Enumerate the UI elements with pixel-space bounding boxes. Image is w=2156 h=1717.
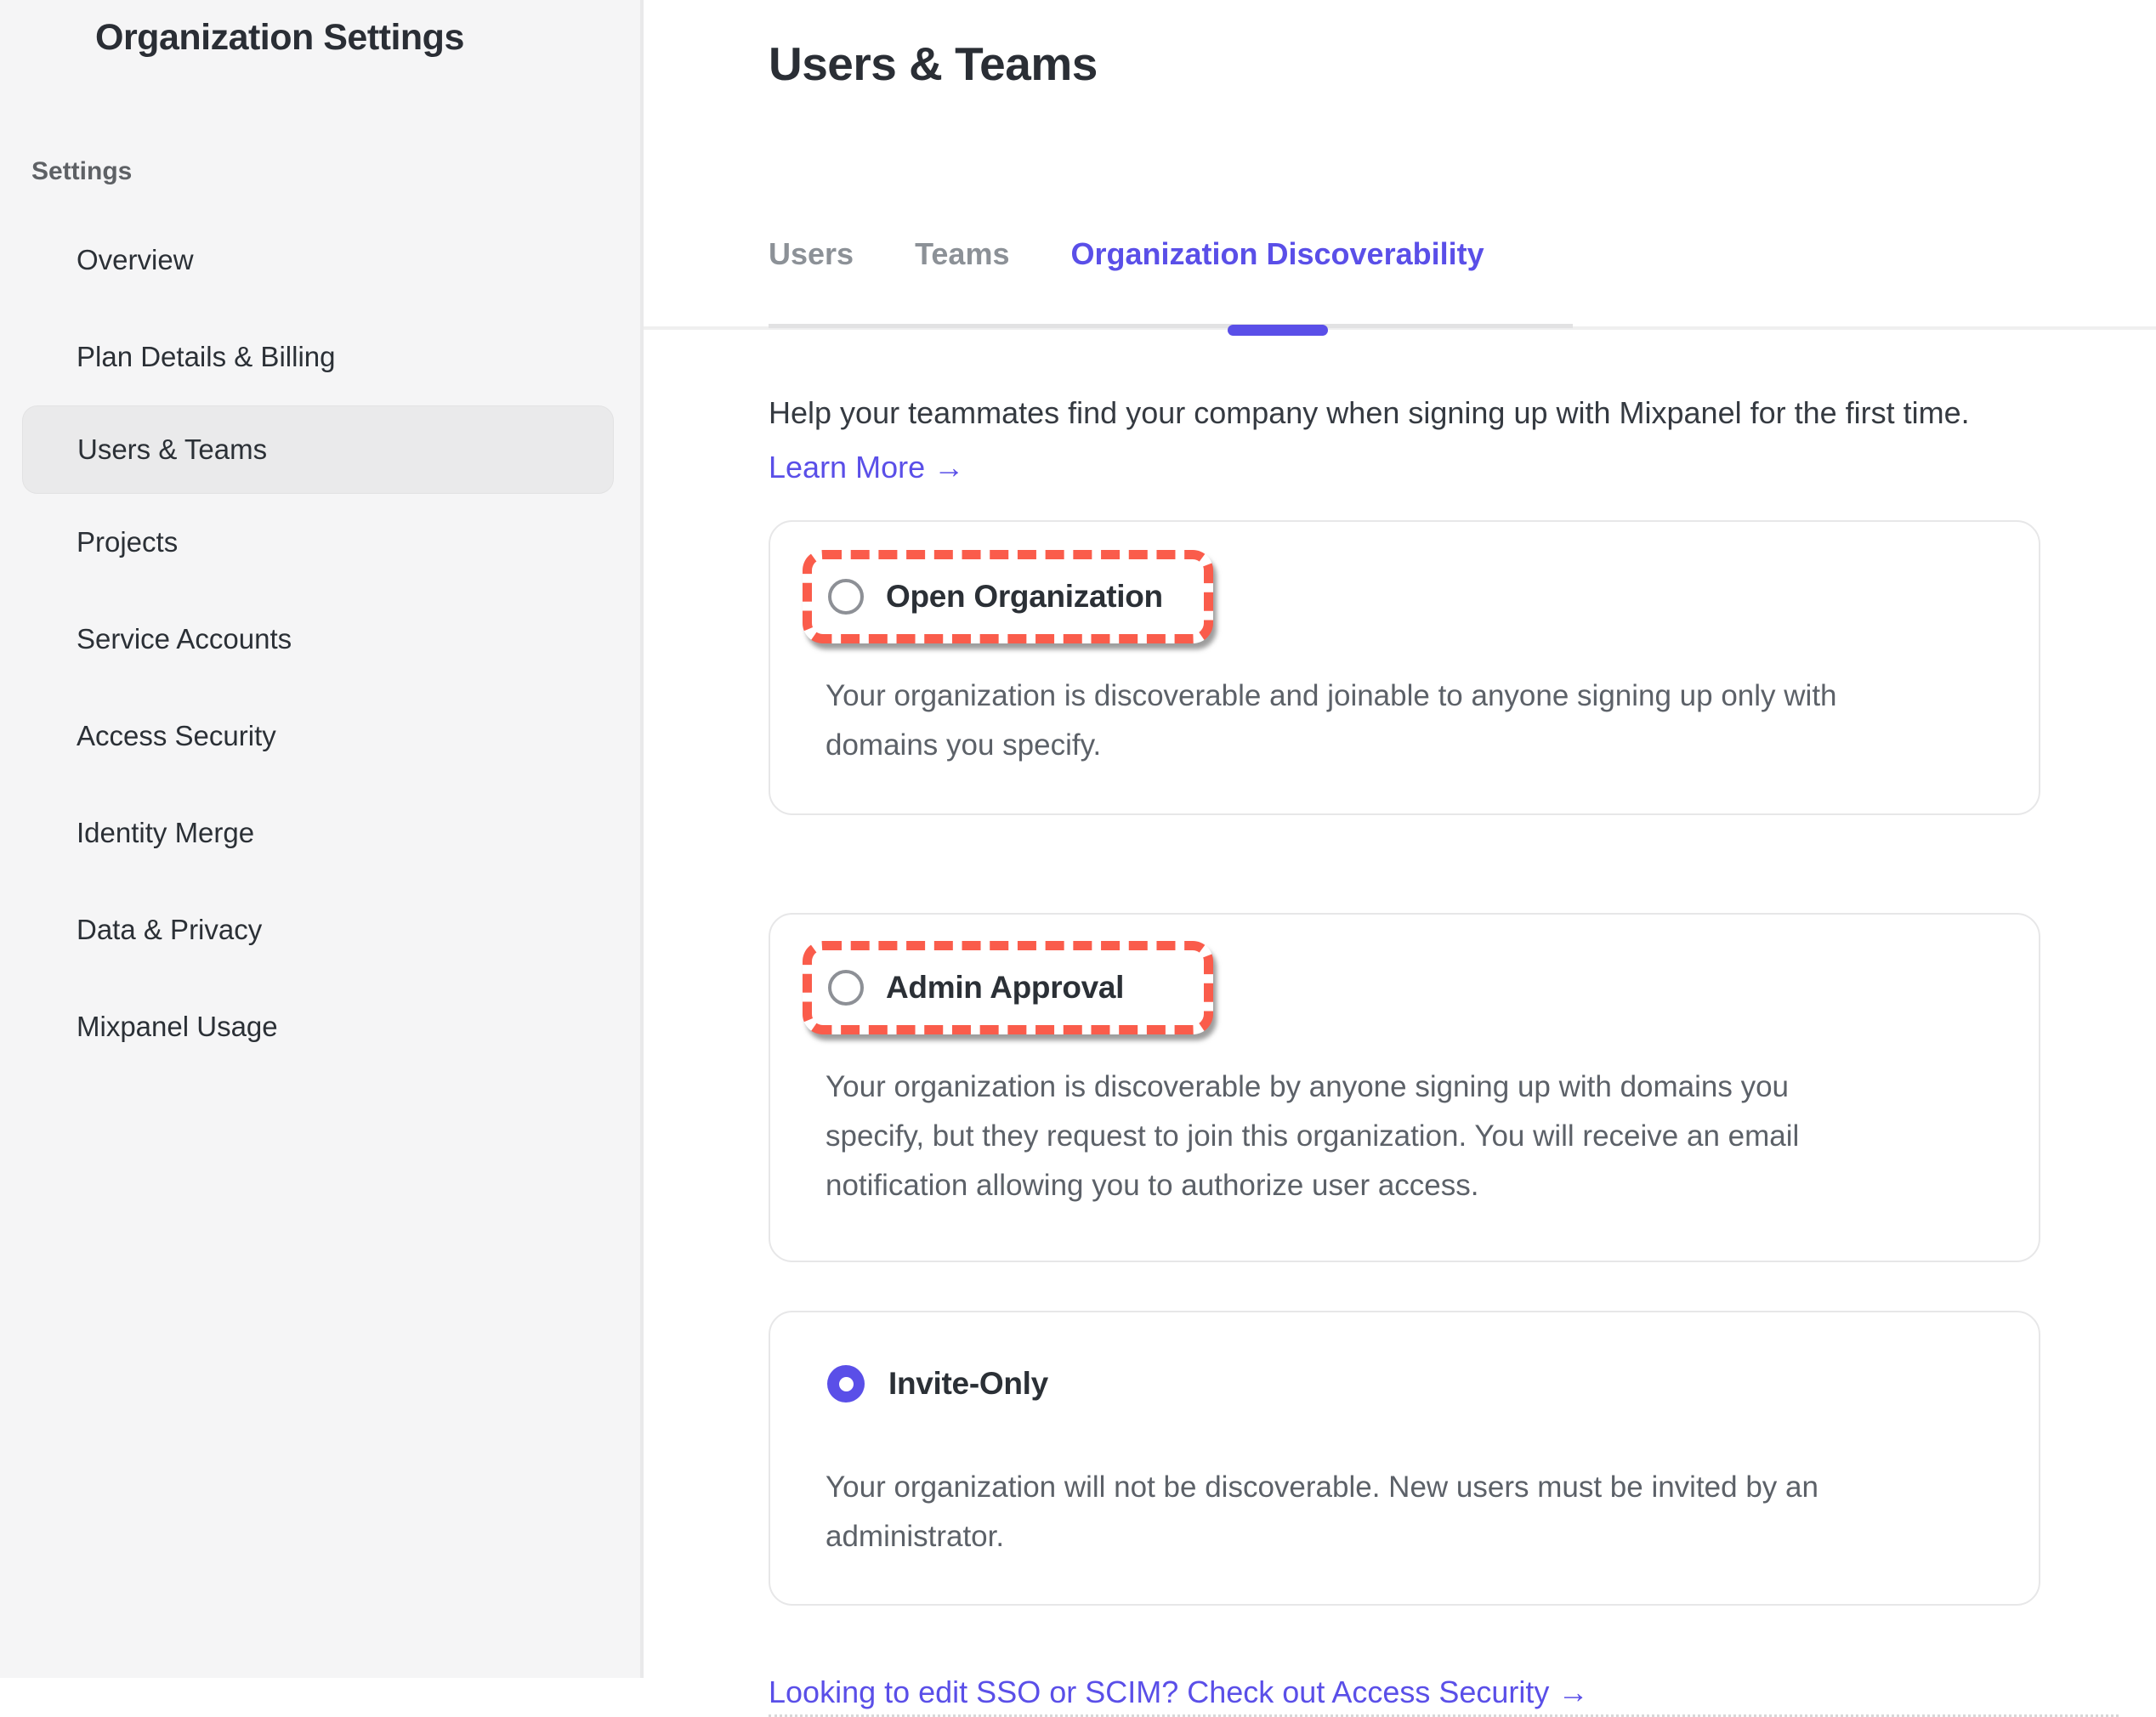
learn-more-label: Learn More [769,450,925,484]
sidebar-title: Organization Settings [95,17,640,59]
description-line: administrator. [826,1512,1988,1561]
tab-organization-discoverability[interactable]: Organization Discoverability [1070,235,1484,273]
sidebar-item-service-accounts[interactable]: Service Accounts [0,591,640,688]
sidebar-item-projects[interactable]: Projects [0,494,640,591]
sidebar: Organization Settings Settings Overview … [0,0,644,1678]
annotation-highlight-open-organization: Open Organization [803,550,1213,643]
option-label-open-organization[interactable]: Open Organization [886,579,1163,615]
sidebar-item-data-privacy[interactable]: Data & Privacy [0,881,640,978]
learn-more-link[interactable]: Learn More → [769,447,964,488]
description-line: Your organization is discoverable and jo… [826,672,1988,721]
radio-open-organization[interactable] [828,579,864,615]
sidebar-item-identity-merge[interactable]: Identity Merge [0,785,640,881]
arrow-right-icon: → [1557,1674,1588,1709]
sidebar-item-mixpanel-usage[interactable]: Mixpanel Usage [0,978,640,1075]
access-security-link-label: Looking to edit SSO or SCIM? Check out A… [769,1674,1549,1709]
option-label-invite-only[interactable]: Invite-Only [888,1366,1048,1402]
radio-invite-only-selected[interactable] [827,1365,865,1402]
description-line: notification allowing you to authorize u… [826,1161,1988,1210]
tab-users[interactable]: Users [769,235,854,273]
tab-teams[interactable]: Teams [915,235,1009,273]
radio-inner-dot [839,1377,854,1391]
option-card-admin-approval: Admin Approval Your organization is disc… [769,913,2040,1262]
radio-admin-approval[interactable] [828,970,864,1006]
main-content: Users & Teams Users Teams Organization D… [644,0,2156,1678]
sidebar-nav: Overview Plan Details & Billing Users & … [0,212,640,1075]
description-line: domains you specify. [826,721,1988,770]
page-title: Users & Teams [769,34,2156,94]
annotation-highlight-admin-approval: Admin Approval [803,941,1213,1034]
description-line: Your organization is discoverable by any… [826,1062,1988,1112]
option-card-open-organization: Open Organization Your organization is d… [769,520,2040,815]
arrow-right-icon: → [933,450,964,484]
option-description-admin-approval: Your organization is discoverable by any… [826,1062,1988,1210]
access-security-link[interactable]: Looking to edit SSO or SCIM? Check out A… [769,1672,1588,1713]
option-description-open-organization: Your organization is discoverable and jo… [826,672,1988,770]
sidebar-item-access-security[interactable]: Access Security [0,688,640,785]
description-line: specify, but they request to join this o… [826,1112,1988,1161]
sidebar-item-users-teams[interactable]: Users & Teams [22,405,614,494]
intro-text: Help your teammates find your company wh… [769,393,2156,434]
option-description-invite-only: Your organization will not be discoverab… [826,1463,1988,1561]
option-card-invite-only: Invite-Only Your organization will not b… [769,1311,2040,1606]
sidebar-item-plan-details-billing[interactable]: Plan Details & Billing [0,309,640,405]
sidebar-item-overview[interactable]: Overview [0,212,640,309]
tab-bar: Users Teams Organization Discoverability [769,235,1573,328]
description-line: Your organization will not be discoverab… [826,1463,1988,1512]
option-label-admin-approval[interactable]: Admin Approval [886,970,1124,1006]
sidebar-section-settings: Settings [31,157,640,186]
option-row-invite-only: Invite-Only [827,1365,1988,1402]
